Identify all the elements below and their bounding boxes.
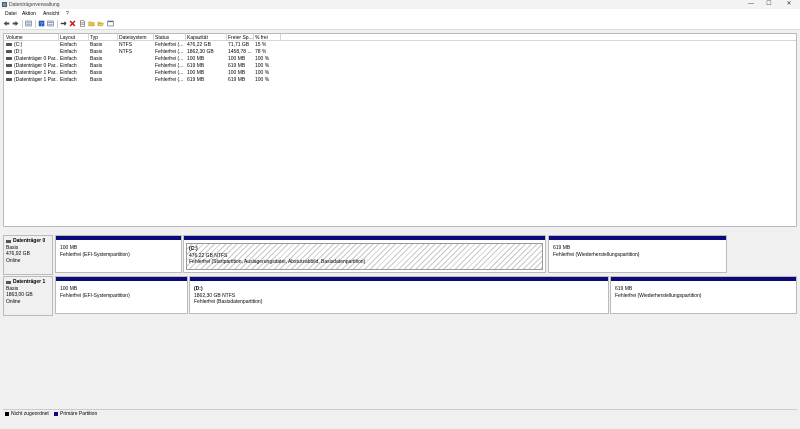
cell-freier-speicher: 619 MB	[228, 77, 246, 83]
disk-row-1: Datenträger 1 Basis 1863,00 GB Online 10…	[3, 276, 797, 316]
minimize-button[interactable]: —	[744, 0, 758, 9]
partition-c[interactable]: (C:) 476,22 GB NTFS Fehlerfrei (Startpar…	[183, 235, 546, 273]
window-icon[interactable]	[107, 20, 114, 27]
table-row[interactable]: (C:) Einfach Basis NTFS Fehlerfrei (... …	[4, 41, 796, 48]
partition-efi[interactable]: 100 MB Fehlerfrei (EFI-Systempartition)	[55, 276, 188, 314]
partition-status: Fehlerfrei (Wiederherstellungspartition)	[615, 292, 702, 299]
partition-recovery[interactable]: 619 MB Fehlerfrei (Wiederherstellungspar…	[548, 235, 727, 273]
disk-icon	[6, 240, 11, 243]
menu-datei[interactable]: Datei	[5, 11, 17, 17]
title-bar: Datenträgerverwaltung — ☐ ✕	[0, 0, 800, 9]
partition-status: Fehlerfrei (Startpartition, Auslagerungs…	[189, 259, 366, 265]
column-divider[interactable]	[117, 34, 118, 41]
drive-icon	[6, 43, 12, 46]
legend-label-unallocated: Nicht zugeordnet	[11, 411, 49, 417]
partition-bar	[56, 236, 181, 240]
menu-ansicht[interactable]: Ansicht	[43, 11, 59, 17]
partition-efi[interactable]: 100 MB Fehlerfrei (EFI-Systempartition)	[55, 235, 182, 273]
connect-icon[interactable]	[60, 20, 67, 27]
menu-help[interactable]: ?	[66, 11, 69, 17]
properties-icon[interactable]	[47, 20, 54, 27]
partition-bar	[190, 277, 608, 281]
column-divider[interactable]	[253, 34, 254, 41]
partition-status: Fehlerfrei (EFI-Systempartition)	[60, 251, 130, 258]
folder-icon[interactable]	[88, 20, 95, 27]
partition-status: Fehlerfrei (Wiederherstellungspartition)	[553, 251, 640, 258]
drive-icon	[6, 64, 12, 67]
column-divider[interactable]	[153, 34, 154, 41]
partition-status: Fehlerfrei (EFI-Systempartition)	[60, 292, 130, 299]
forward-arrow-icon[interactable]	[12, 20, 19, 27]
table-row[interactable]: (Datenträger 1 Par... Einfach Basis Fehl…	[4, 69, 796, 76]
partition-bar	[56, 277, 187, 281]
cell-typ: Basis	[90, 77, 103, 83]
delete-icon[interactable]	[69, 20, 76, 27]
svg-text:?: ?	[40, 22, 43, 27]
document-icon[interactable]	[79, 20, 86, 27]
disk-name: Datenträger 1	[13, 279, 46, 285]
toolbar-separator	[57, 20, 58, 28]
toolbar: ?	[0, 18, 800, 30]
table-row[interactable]: (Datenträger 0 Par... Einfach Basis Fehl…	[4, 55, 796, 62]
disk-row-0: Datenträger 0 Basis 476,92 GB Online 100…	[3, 235, 797, 275]
toolbar-separator	[22, 20, 23, 28]
drive-icon	[6, 57, 12, 60]
partition-bar	[611, 277, 796, 281]
disk-icon	[6, 281, 11, 284]
table-row[interactable]: (Datenträger 0 Par... Einfach Basis Fehl…	[4, 62, 796, 69]
partition-d[interactable]: (D:) 1862,30 GB NTFS Fehlerfrei (Basisda…	[189, 276, 609, 314]
cell-kapazitaet: 619 MB	[187, 77, 205, 83]
disk-view: Datenträger 0 Basis 476,92 GB Online 100…	[3, 231, 797, 408]
disk-name: Datenträger 0	[13, 238, 46, 244]
list-view-icon[interactable]	[25, 20, 32, 27]
partition-bar	[549, 236, 726, 240]
legend: Nicht zugeordnet Primäre Partition	[3, 409, 797, 417]
column-divider[interactable]	[58, 34, 59, 41]
cell-layout: Einfach	[60, 77, 77, 83]
cell-status: Fehlerfrei (...	[155, 77, 184, 83]
drive-icon	[6, 71, 12, 74]
drive-icon	[6, 78, 12, 81]
legend-swatch-unallocated	[5, 412, 9, 416]
disk-state: Online	[6, 257, 21, 264]
maximize-button[interactable]: ☐	[762, 0, 776, 9]
legend-swatch-primary	[54, 412, 58, 416]
disk-state: Online	[6, 298, 21, 305]
status-bar	[0, 418, 800, 429]
legend-label-primary: Primäre Partition	[60, 411, 98, 417]
volume-list-header: Volume Layout Typ Dateisystem Status Kap…	[4, 34, 796, 41]
column-divider[interactable]	[185, 34, 186, 41]
close-button[interactable]: ✕	[782, 0, 796, 9]
column-divider[interactable]	[226, 34, 227, 41]
drive-icon	[6, 50, 12, 53]
volume-list[interactable]: Volume Layout Typ Dateisystem Status Kap…	[3, 33, 797, 227]
toolbar-separator	[35, 20, 36, 28]
partition-bar	[184, 236, 545, 240]
help-icon[interactable]: ?	[38, 20, 45, 27]
menu-bar: Datei Aktion Ansicht ?	[0, 9, 800, 18]
partition-status: Fehlerfrei (Basisdatenpartition)	[194, 299, 263, 305]
window-title: Datenträgerverwaltung	[9, 2, 60, 8]
table-row[interactable]: (Datenträger 1 Par... Einfach Basis Fehl…	[4, 76, 796, 83]
cell-volume: (Datenträger 1 Par...	[14, 77, 58, 83]
back-arrow-icon[interactable]	[3, 20, 10, 27]
column-divider[interactable]	[280, 34, 281, 41]
menu-aktion[interactable]: Aktion	[22, 11, 36, 17]
column-divider[interactable]	[88, 34, 89, 41]
disk-label[interactable]: Datenträger 1 Basis 1863,00 GB Online	[3, 276, 53, 316]
cell-prozent-frei: 100 %	[255, 77, 270, 83]
disk-management-icon	[2, 2, 7, 7]
table-row[interactable]: (D:) Einfach Basis NTFS Fehlerfrei (... …	[4, 48, 796, 55]
disk-label[interactable]: Datenträger 0 Basis 476,92 GB Online	[3, 235, 53, 275]
partition-recovery[interactable]: 619 MB Fehlerfrei (Wiederherstellungspar…	[610, 276, 797, 314]
open-folder-icon[interactable]	[97, 20, 104, 27]
